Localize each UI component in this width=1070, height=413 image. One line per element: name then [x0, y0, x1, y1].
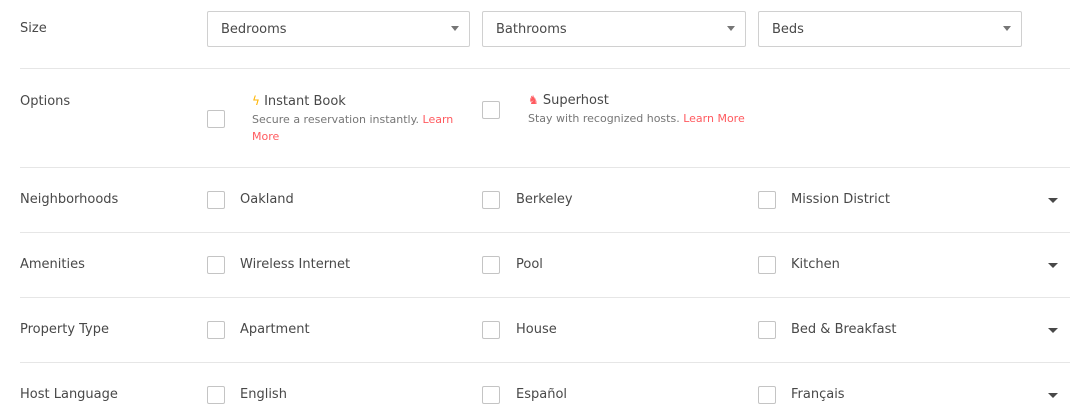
instant-book-checkbox[interactable] — [207, 110, 225, 128]
wireless-internet-label[interactable]: Wireless Internet — [240, 257, 350, 272]
house-checkbox[interactable] — [482, 321, 500, 339]
filter-row-amenities: Amenities Wireless Internet Pool Kitchen — [0, 233, 1070, 297]
mission-district-checkbox[interactable] — [758, 191, 776, 209]
chevron-down-icon — [1003, 26, 1011, 31]
host-language-label: Host Language — [20, 387, 118, 402]
instant-book-title: ϟ Instant Book — [252, 94, 346, 109]
trophy-icon: ♞ — [528, 93, 539, 107]
bedrooms-select[interactable]: Bedrooms — [207, 11, 470, 47]
francais-checkbox[interactable] — [758, 386, 776, 404]
property-type-label: Property Type — [20, 322, 110, 337]
superhost-learn-more-link[interactable]: Learn More — [683, 112, 745, 125]
apartment-label[interactable]: Apartment — [240, 322, 310, 337]
options-row: Options ϟ Instant Book Secure a reservat… — [0, 69, 1070, 167]
expand-host-language-icon[interactable] — [1048, 393, 1058, 398]
beds-select-value: Beds — [772, 22, 804, 37]
superhost-title: ♞ Superhost — [528, 93, 609, 108]
expand-property-type-icon[interactable] — [1048, 328, 1058, 333]
francais-label[interactable]: Français — [791, 387, 845, 402]
chevron-down-icon — [451, 26, 459, 31]
options-label: Options — [20, 94, 71, 109]
expand-amenities-icon[interactable] — [1048, 263, 1058, 268]
pool-label[interactable]: Pool — [516, 257, 543, 272]
lightning-icon: ϟ — [252, 94, 260, 108]
filter-row-host-language: Host Language English Español Français — [0, 363, 1070, 413]
superhost-description: Stay with recognized hosts. Learn More — [528, 110, 745, 127]
superhost-description-text: Stay with recognized hosts. — [528, 112, 680, 125]
bed-and-breakfast-label[interactable]: Bed & Breakfast — [791, 322, 896, 337]
espanol-label[interactable]: Español — [516, 387, 567, 402]
english-checkbox[interactable] — [207, 386, 225, 404]
expand-neighborhoods-icon[interactable] — [1048, 198, 1058, 203]
bathrooms-select[interactable]: Bathrooms — [482, 11, 746, 47]
neighborhoods-label: Neighborhoods — [20, 192, 119, 207]
instant-book-description-text: Secure a reservation instantly. — [252, 113, 420, 126]
instant-book-description: Secure a reservation instantly. Learn Mo… — [252, 111, 462, 145]
superhost-checkbox[interactable] — [482, 101, 500, 119]
superhost-title-text: Superhost — [542, 93, 609, 108]
instant-book-title-text: Instant Book — [264, 94, 346, 109]
beds-select[interactable]: Beds — [758, 11, 1022, 47]
english-label[interactable]: English — [240, 387, 287, 402]
oakland-checkbox[interactable] — [207, 191, 225, 209]
pool-checkbox[interactable] — [482, 256, 500, 274]
mission-district-label[interactable]: Mission District — [791, 192, 890, 207]
berkeley-label[interactable]: Berkeley — [516, 192, 573, 207]
amenities-label: Amenities — [20, 257, 85, 272]
chevron-down-icon — [727, 26, 735, 31]
bedrooms-select-value: Bedrooms — [221, 22, 287, 37]
house-label[interactable]: House — [516, 322, 557, 337]
oakland-label[interactable]: Oakland — [240, 192, 294, 207]
kitchen-checkbox[interactable] — [758, 256, 776, 274]
filter-row-property-type: Property Type Apartment House Bed & Brea… — [0, 298, 1070, 362]
wireless-internet-checkbox[interactable] — [207, 256, 225, 274]
size-label: Size — [20, 21, 47, 36]
kitchen-label[interactable]: Kitchen — [791, 257, 840, 272]
bed-and-breakfast-checkbox[interactable] — [758, 321, 776, 339]
bathrooms-select-value: Bathrooms — [496, 22, 567, 37]
filter-row-neighborhoods: Neighborhoods Oakland Berkeley Mission D… — [0, 168, 1070, 232]
espanol-checkbox[interactable] — [482, 386, 500, 404]
berkeley-checkbox[interactable] — [482, 191, 500, 209]
apartment-checkbox[interactable] — [207, 321, 225, 339]
size-row: Size Bedrooms Bathrooms Beds — [0, 0, 1070, 68]
